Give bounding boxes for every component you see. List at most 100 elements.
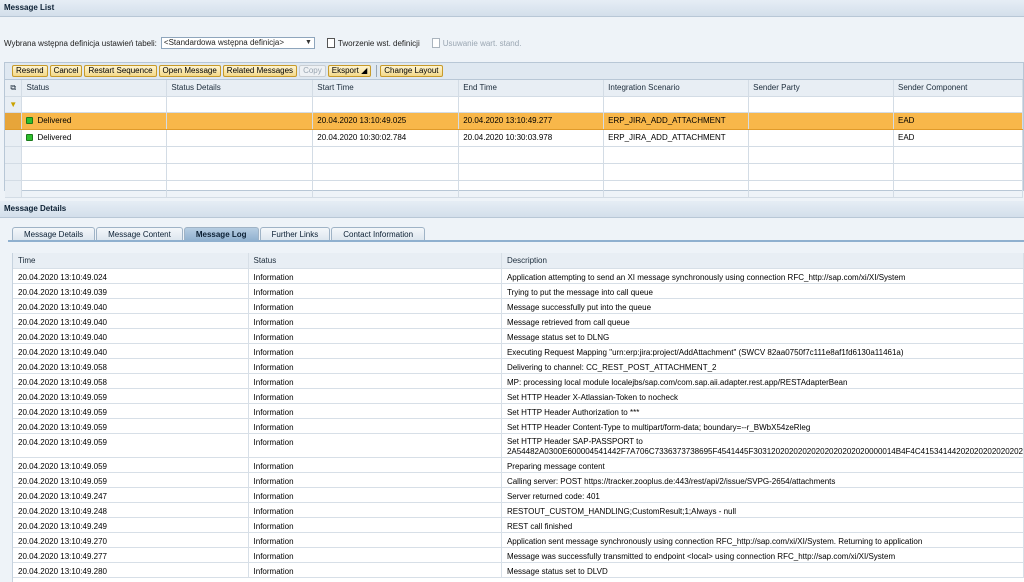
tab-message-details[interactable]: Message Details xyxy=(12,227,96,241)
log-status-cell: Information xyxy=(248,433,502,458)
filter-cell[interactable] xyxy=(166,96,314,113)
log-description-cell: Preparing message content xyxy=(501,457,1024,473)
filter-cell[interactable] xyxy=(893,96,1023,113)
table-header-row: ⧉ Status Status Details Start Time End T… xyxy=(5,80,1023,97)
column-header[interactable]: Start Time xyxy=(312,80,460,97)
row-selector[interactable] xyxy=(5,129,23,147)
message-list-title: Message List xyxy=(0,0,1024,17)
sender-party-cell xyxy=(748,112,894,130)
column-header[interactable]: Integration Scenario xyxy=(603,80,750,97)
tab-further-links[interactable]: Further Links xyxy=(259,227,331,241)
log-status-cell: Information xyxy=(248,373,502,389)
tab-message-content[interactable]: Message Content xyxy=(96,227,183,241)
column-header[interactable]: Time xyxy=(13,253,249,269)
log-row[interactable]: 20.04.2020 13:10:49.270 Information Applic… xyxy=(13,532,1024,548)
column-header[interactable]: End Time xyxy=(458,80,605,97)
log-row[interactable]: 20.04.2020 13:10:49.059 Information Set HT… xyxy=(13,388,1024,404)
log-row[interactable]: 20.04.2020 13:10:49.039 Information Trying… xyxy=(13,283,1024,299)
filter-cell[interactable] xyxy=(312,96,460,113)
status-cell: Delivered xyxy=(21,112,168,130)
filter-cell[interactable] xyxy=(458,96,605,113)
resend-button[interactable]: Resend xyxy=(12,65,48,77)
log-time-cell: 20.04.2020 13:10:49.059 xyxy=(13,433,249,458)
filter-cell[interactable] xyxy=(21,96,168,113)
tab-message-log[interactable]: Message Log xyxy=(183,227,259,241)
tab-contact-information[interactable]: Contact Information xyxy=(331,227,426,241)
column-header[interactable]: Status xyxy=(248,253,502,269)
log-row[interactable]: 20.04.2020 13:10:49.059 Information Callin… xyxy=(13,472,1024,488)
message-list-panel: Resend Cancel Restart Sequence Open Mess… xyxy=(4,62,1024,198)
log-row[interactable]: 20.04.2020 13:10:49.040 Information Messag… xyxy=(13,298,1024,314)
log-row[interactable]: 20.04.2020 13:10:49.040 Information Messag… xyxy=(13,328,1024,344)
create-variant-button[interactable]: Tworzenie wst. definicji xyxy=(326,38,420,48)
log-status-cell: Information xyxy=(248,487,502,503)
change-layout-button[interactable]: Change Layout xyxy=(380,65,443,77)
log-row[interactable]: 20.04.2020 13:10:49.059 Information Set HT… xyxy=(13,418,1024,434)
table-row[interactable]: Delivered 20.04.2020 13:10:49.025 20.04.… xyxy=(5,112,1023,130)
log-description-cell: Message was successfully transmitted to … xyxy=(501,547,1024,563)
log-row[interactable]: 20.04.2020 13:10:49.280 Information Messag… xyxy=(13,562,1024,578)
export-button[interactable]: Eksport ◢ xyxy=(327,65,372,77)
log-row[interactable]: 20.04.2020 13:10:49.247 Information Server… xyxy=(13,487,1024,503)
menu-arrow-icon: ◢ xyxy=(361,66,368,75)
status-text: Delivered xyxy=(37,116,72,125)
log-row[interactable]: 20.04.2020 13:10:49.059 Information Set HT… xyxy=(13,403,1024,419)
log-row[interactable]: 20.04.2020 13:10:49.058 Information MP: pr… xyxy=(13,373,1024,389)
log-row[interactable]: 20.04.2020 13:10:49.059 Information Set HT… xyxy=(13,433,1024,458)
log-description-cell: Set HTTP Header SAP-PASSPORT to 2A54482A… xyxy=(501,433,1024,458)
column-header[interactable]: Description xyxy=(501,253,1024,269)
log-description-cell: Calling server: POST https://tracker.zoo… xyxy=(501,472,1024,488)
restart-sequence-button[interactable]: Restart Sequence xyxy=(84,65,157,77)
related-messages-button[interactable]: Related Messages xyxy=(222,65,298,77)
filter-cell[interactable] xyxy=(748,96,894,113)
log-description-cell: REST call finished xyxy=(501,517,1024,533)
export-label: Eksport xyxy=(331,66,359,75)
scenario-cell: ERP_JIRA_ADD_ATTACHMENT xyxy=(603,129,750,147)
log-description-cell: Application sent message synchronously u… xyxy=(501,532,1024,548)
variant-select[interactable]: <Standardowa wstępna definicja> ▼ xyxy=(160,37,315,49)
end-time-cell: 20.04.2020 10:30:03.978 xyxy=(458,129,605,147)
log-row[interactable]: 20.04.2020 13:10:49.277 Information Messag… xyxy=(13,547,1024,563)
row-selector[interactable] xyxy=(5,112,23,130)
details-tab-strip: Message Details Message Content Message … xyxy=(12,227,426,241)
copy-button[interactable]: Copy xyxy=(299,65,326,77)
log-description-cell: Executing Request Mapping "urn:erp:jira:… xyxy=(501,343,1024,359)
column-header[interactable]: Status Details xyxy=(166,80,314,97)
column-settings-icon[interactable]: ⧉ xyxy=(5,80,23,97)
log-status-cell: Information xyxy=(248,268,502,284)
log-time-cell: 20.04.2020 13:10:49.247 xyxy=(13,487,249,503)
cancel-button[interactable]: Cancel xyxy=(49,65,83,77)
column-header[interactable]: Sender Component xyxy=(893,80,1023,97)
log-description-cell: Message successfully put into the queue xyxy=(501,298,1024,314)
log-status-cell: Information xyxy=(248,298,502,314)
sender-party-cell xyxy=(748,129,894,147)
column-header[interactable]: Sender Party xyxy=(748,80,894,97)
log-time-cell: 20.04.2020 13:10:49.040 xyxy=(13,298,249,314)
remove-values-button[interactable]: Usuwanie wart. stand. xyxy=(431,38,522,48)
message-log-table: Time Status Description 20.04.2020 13:10… xyxy=(13,253,1024,578)
log-row[interactable]: 20.04.2020 13:10:49.040 Information Messag… xyxy=(13,313,1024,329)
open-message-button[interactable]: Open Message xyxy=(158,65,221,77)
sender-component-cell: EAD xyxy=(893,129,1023,147)
end-time-cell: 20.04.2020 13:10:49.277 xyxy=(458,112,605,130)
filter-icon[interactable]: ▼ xyxy=(5,96,23,113)
log-status-cell: Information xyxy=(248,547,502,563)
log-row[interactable]: 20.04.2020 13:10:49.058 Information Delive… xyxy=(13,358,1024,374)
log-row[interactable]: 20.04.2020 13:10:49.248 Information RESTOU… xyxy=(13,502,1024,518)
table-row[interactable]: Delivered 20.04.2020 10:30:02.784 20.04.… xyxy=(5,129,1023,147)
filter-cell[interactable] xyxy=(603,96,750,113)
remove-values-label: Usuwanie wart. stand. xyxy=(442,38,522,48)
column-header[interactable]: Status xyxy=(21,80,168,97)
log-row[interactable]: 20.04.2020 13:10:49.024 Information Applic… xyxy=(13,268,1024,284)
filter-row: ▼ xyxy=(5,96,1023,113)
log-row[interactable]: 20.04.2020 13:10:49.249 Information REST c… xyxy=(13,517,1024,533)
log-status-cell: Information xyxy=(248,562,502,578)
log-row[interactable]: 20.04.2020 13:10:49.040 Information Execut… xyxy=(13,343,1024,359)
log-description-cell: Set HTTP Header Authorization to *** xyxy=(501,403,1024,419)
variant-select-value: <Standardowa wstępna definicja> xyxy=(163,38,284,47)
log-header-row: Time Status Description xyxy=(13,253,1024,269)
log-time-cell: 20.04.2020 13:10:49.059 xyxy=(13,418,249,434)
log-description-cell: Server returned code: 401 xyxy=(501,487,1024,503)
status-details-cell xyxy=(166,129,314,147)
log-row[interactable]: 20.04.2020 13:10:49.059 Information Prepar… xyxy=(13,457,1024,473)
